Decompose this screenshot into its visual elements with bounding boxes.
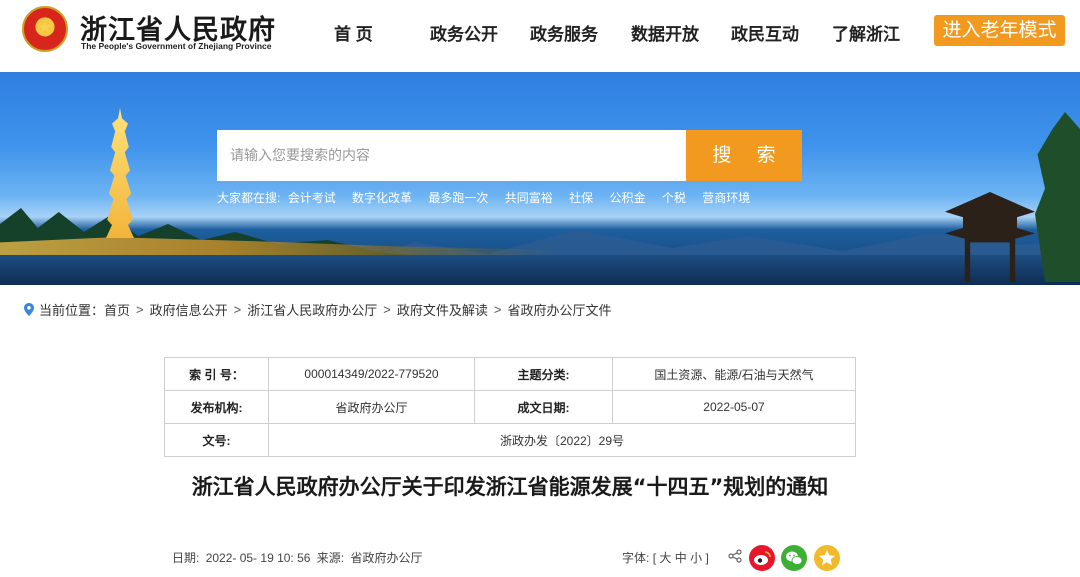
hot-word-link[interactable]: 共同富裕 xyxy=(505,191,553,205)
nav-government-affairs[interactable]: 政务公开 xyxy=(430,20,498,45)
breadcrumb-item-office-documents[interactable]: 省政府办公厅文件 xyxy=(507,300,611,319)
table-row: 索 引 号： 000014349/2022-779520 主题分类: 国土资源、… xyxy=(164,357,856,391)
national-emblem-icon[interactable] xyxy=(22,6,68,52)
site-subtitle: The People's Government of Zhejiang Prov… xyxy=(81,41,272,51)
publish-date-value: 2022- 05- 19 10: 56 xyxy=(205,551,311,565)
banner-lake xyxy=(0,255,1080,285)
issuer-label: 发布机构: xyxy=(164,390,269,424)
hot-word-link[interactable]: 公积金 xyxy=(609,191,645,205)
map-pin-icon xyxy=(24,302,34,316)
index-number-label: 索 引 号： xyxy=(164,357,269,391)
source-value: 省政府办公厅 xyxy=(350,551,423,565)
chevron-right-icon: > xyxy=(383,301,391,317)
weibo-icon[interactable] xyxy=(749,545,775,571)
chevron-right-icon: > xyxy=(136,301,144,317)
chevron-right-icon: > xyxy=(493,301,502,317)
font-bracket-open: [ xyxy=(652,551,657,565)
nav-home[interactable]: 首 页 xyxy=(334,20,373,45)
issuer-value: 省政府办公厅 xyxy=(268,390,475,424)
breadcrumb: 当前位置： 首页 > 政府信息公开 > 浙江省人民政府办公厅 > 政府文件及解读… xyxy=(24,300,611,318)
document-number-label: 文号: xyxy=(164,423,269,457)
document-title: 浙江省人民政府办公厅关于印发浙江省能源发展“十四五”规划的通知 xyxy=(191,475,829,499)
wechat-icon[interactable] xyxy=(781,545,807,571)
index-number-value: 000014349/2022-779520 xyxy=(268,357,475,391)
nav-open-data[interactable]: 数据开放 xyxy=(631,20,699,45)
document-number-value: 浙政办发〔2022〕29号 xyxy=(268,423,856,457)
font-size-medium[interactable]: 中 xyxy=(675,551,687,565)
publish-date-label: 日期: xyxy=(172,551,200,565)
breadcrumb-item-info-disclosure[interactable]: 政府信息公开 xyxy=(150,300,228,319)
breadcrumb-item-documents[interactable]: 政府文件及解读 xyxy=(397,300,488,319)
share-icon[interactable] xyxy=(728,549,742,563)
table-row: 发布机构: 省政府办公厅 成文日期: 2022-05-07 xyxy=(164,390,856,424)
nav-about-zhejiang[interactable]: 了解浙江 xyxy=(832,20,900,45)
hot-search-label: 大家都在搜: xyxy=(217,191,281,205)
search-input[interactable]: 请输入您要搜索的内容 xyxy=(217,130,687,181)
document-info: 日期: 2022- 05- 19 10: 56 来源: 省政府办公厅 xyxy=(172,549,425,566)
star-icon[interactable] xyxy=(814,545,840,571)
breadcrumb-item-general-office[interactable]: 浙江省人民政府办公厅 xyxy=(247,300,377,319)
hot-word-link[interactable]: 营商环境 xyxy=(702,191,750,205)
breadcrumb-label: 当前位置： xyxy=(39,302,105,318)
font-size-large[interactable]: 大 xyxy=(659,551,671,565)
written-date-value: 2022-05-07 xyxy=(612,390,856,424)
chevron-right-icon: > xyxy=(233,301,242,317)
source-label: 来源: xyxy=(316,551,345,565)
topic-value: 国土资源、能源/石油与天然气 xyxy=(612,357,856,391)
document-meta-table: 索 引 号： 000014349/2022-779520 主题分类: 国土资源、… xyxy=(164,357,856,457)
nav-government-services[interactable]: 政务服务 xyxy=(530,20,598,45)
elder-mode-button[interactable]: 进入老年模式 xyxy=(934,15,1065,46)
search-button[interactable]: 搜 索 xyxy=(686,130,802,181)
font-size-control: 字体: [ 大 中 小 ] xyxy=(622,549,709,566)
font-size-label: 字体: xyxy=(622,551,650,565)
nav-interaction[interactable]: 政民互动 xyxy=(731,20,799,45)
site-header: 浙江省人民政府 The People's Government of Zheji… xyxy=(0,0,1080,72)
breadcrumb-item-home[interactable]: 首页 xyxy=(104,300,130,319)
topic-label: 主题分类: xyxy=(474,357,613,391)
font-bracket-close: ] xyxy=(705,551,709,565)
written-date-label: 成文日期: xyxy=(474,390,613,424)
hot-word-link[interactable]: 最多跑一次 xyxy=(428,191,488,205)
table-row: 文号: 浙政办发〔2022〕29号 xyxy=(164,423,856,457)
hot-word-link[interactable]: 个税 xyxy=(662,191,686,205)
hot-search-words: 大家都在搜: 会计考试 数字化改革 最多跑一次 共同富裕 社保 公积金 个税 营… xyxy=(217,189,763,207)
font-size-small[interactable]: 小 xyxy=(690,551,702,565)
hot-word-link[interactable]: 社保 xyxy=(569,191,593,205)
hot-word-link[interactable]: 数字化改革 xyxy=(352,191,412,205)
hot-word-link[interactable]: 会计考试 xyxy=(288,191,336,205)
